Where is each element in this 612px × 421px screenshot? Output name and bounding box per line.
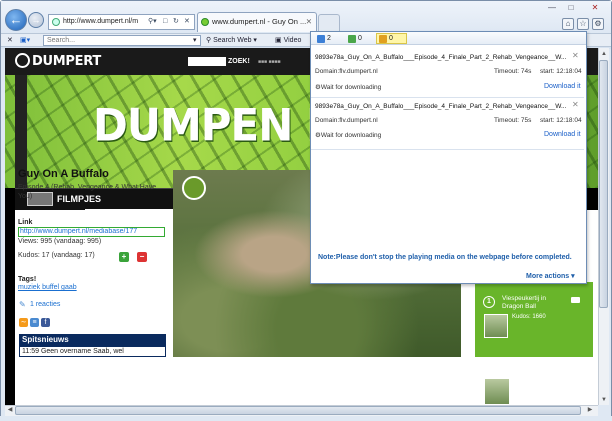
search-input[interactable]: Search... xyxy=(43,35,201,46)
kudos-up-button[interactable]: + xyxy=(119,252,129,262)
search-placeholder: Search... xyxy=(47,37,76,44)
site-search-input[interactable] xyxy=(188,57,226,66)
header-right-links[interactable]: ■■■ ■■■■ xyxy=(258,59,281,65)
favorites-icon[interactable]: ☆ xyxy=(577,18,589,30)
done-count-value: 0 xyxy=(358,35,362,42)
sidebar-item-number: 1 xyxy=(483,296,495,308)
check-icon xyxy=(379,35,387,43)
done-icon xyxy=(348,35,356,43)
gear-icon[interactable]: ⚙ xyxy=(592,18,604,30)
video-camera-icon xyxy=(571,297,580,303)
sidebar-item-title[interactable]: Viespeukertij in Dragon Ball xyxy=(502,295,566,311)
kudos-count: Kudos: 17 (vandaag: 17) xyxy=(18,252,95,259)
download-filename: 9893e78a_Guy_On_A_Buffalo___Episode_4_Fi… xyxy=(315,54,567,61)
stop-icon[interactable]: ✕ xyxy=(184,15,190,29)
download-domain: Domain:flv.dumpert.nl xyxy=(315,68,378,75)
back-arrow-icon: ← xyxy=(9,12,23,27)
site-logo[interactable]: DUMPERT xyxy=(15,53,101,69)
video-button[interactable]: ▣ Video xyxy=(275,35,301,46)
video-subtitle: Episode 4 (Rehab, Vengeance & What Have … xyxy=(18,184,157,200)
download-close-icon[interactable]: ✕ xyxy=(572,100,579,109)
zoek-button[interactable]: ZOEK! xyxy=(228,58,250,65)
address-url: http://www.dumpert.nl/m xyxy=(63,18,139,25)
download-timeout: Timeout: 74s xyxy=(494,68,532,75)
tab-dumpert[interactable]: www.dumpert.nl - Guy On ... ✕ xyxy=(197,12,317,32)
sidebar-item-kudos: Kudos: 683 xyxy=(512,378,543,384)
popup-note: Note:Please don't stop the playing media… xyxy=(318,254,572,261)
refresh-icon[interactable]: ↻ xyxy=(173,15,179,29)
sidebar-item-number: 2 xyxy=(483,360,495,372)
video-camera-icon xyxy=(571,361,580,367)
download-filename: 9893e78a_Guy_On_A_Buffalo___Episode_4_Fi… xyxy=(315,103,567,110)
tags-label: Tags! xyxy=(18,276,37,283)
close-window-icon[interactable]: ✕ xyxy=(588,3,602,13)
sidebar-item-thumbnail[interactable] xyxy=(484,378,510,405)
facebook-icon[interactable]: f xyxy=(41,318,50,327)
horizontal-scroll-thumb[interactable] xyxy=(15,406,581,415)
bookmark-icon[interactable]: ≡ xyxy=(30,318,39,327)
video-label: Video xyxy=(283,37,302,44)
reacties-link[interactable]: 1 reacties xyxy=(30,301,60,308)
back-button[interactable]: ← xyxy=(5,9,27,31)
scroll-up-icon[interactable]: ▲ xyxy=(599,49,609,59)
download-it-link[interactable]: Download it xyxy=(544,83,581,90)
site-favicon xyxy=(52,18,60,26)
waiting-count[interactable]: 0 xyxy=(376,33,407,44)
views-count: Views: 995 (vandaag: 995) xyxy=(18,238,102,245)
spitsnieuws-header: Spitsnieuws xyxy=(19,334,166,346)
download-it-link[interactable]: Download it xyxy=(544,131,581,138)
link-label: Link xyxy=(18,219,33,226)
sidebar-item-kudos: Kudos: 1660 xyxy=(512,314,546,320)
scroll-down-icon[interactable]: ▼ xyxy=(599,395,609,405)
link-field[interactable]: http://www.dumpert.nl/mediabase/177 xyxy=(18,227,165,237)
download-domain: Domain:flv.dumpert.nl xyxy=(315,117,378,124)
sidebar-item-title[interactable]: Schijterg... xyxy=(502,361,566,369)
search-web-label: Search Web xyxy=(213,37,252,44)
more-actions-button[interactable]: More actions ▾ xyxy=(526,272,575,280)
download-start: start: 12:18:04 xyxy=(540,68,582,75)
sidebar-item-thumbnail[interactable] xyxy=(484,314,508,338)
scroll-right-icon[interactable]: ▶ xyxy=(585,405,595,415)
download-arrow-icon xyxy=(317,35,325,43)
maximize-icon[interactable]: □ xyxy=(564,3,578,13)
status-bar xyxy=(0,416,612,421)
comment-icon: ✎ xyxy=(19,300,26,309)
compat-view-icon[interactable]: □ xyxy=(163,15,167,29)
vertical-scroll-thumb[interactable] xyxy=(599,60,608,308)
minimize-icon[interactable]: — xyxy=(545,3,559,13)
home-icon[interactable]: ⌂ xyxy=(562,18,574,30)
scroll-left-icon[interactable]: ◀ xyxy=(5,405,15,415)
downloading-count[interactable]: 2 xyxy=(315,34,334,44)
toolbar-app-icon[interactable]: ▣▾ xyxy=(20,35,30,46)
spitsnieuws-item[interactable]: 11:59 Geen overname Saab, wel xyxy=(19,346,166,357)
tab-title: www.dumpert.nl - Guy On ... xyxy=(212,17,307,26)
download-start: start: 12:18:04 xyxy=(540,117,582,124)
forward-button[interactable]: → xyxy=(28,12,44,28)
search-web-button[interactable]: ⚲ Search Web ▾ xyxy=(206,35,257,46)
logo-circle-icon xyxy=(15,53,30,68)
tab-close-icon[interactable]: ✕ xyxy=(306,13,312,31)
search-dropdown-chevron-icon[interactable]: ▾ xyxy=(193,35,197,46)
downloading-count-value: 2 xyxy=(327,35,331,42)
kudos-down-button[interactable]: − xyxy=(137,252,147,262)
tab-favicon xyxy=(201,18,209,26)
video-title: Guy On A Buffalo xyxy=(18,168,109,180)
download-timeout: Timeout: 75s xyxy=(494,117,532,124)
toolbar-close-icon[interactable]: ✕ xyxy=(7,35,13,46)
new-tab-button[interactable] xyxy=(318,14,340,31)
download-close-icon[interactable]: ✕ xyxy=(572,51,579,60)
video-icon: ▣ xyxy=(275,37,282,44)
tags-value[interactable]: muziek buffel gaab xyxy=(18,284,77,291)
waiting-count-value: 0 xyxy=(389,35,393,42)
search-dropdown-icon[interactable]: ⚲▾ xyxy=(148,15,157,29)
logo-text: DUMPERT xyxy=(32,54,101,69)
done-count[interactable]: 0 xyxy=(346,34,365,44)
download-status: ⚙Wait for downloading xyxy=(315,84,382,91)
forward-arrow-icon: → xyxy=(31,15,41,25)
search-icon: ⚲ xyxy=(206,37,212,44)
rss-icon[interactable]: ∼ xyxy=(19,318,28,327)
video-logo-icon xyxy=(182,176,206,200)
download-status: ⚙Wait for downloading xyxy=(315,132,382,139)
